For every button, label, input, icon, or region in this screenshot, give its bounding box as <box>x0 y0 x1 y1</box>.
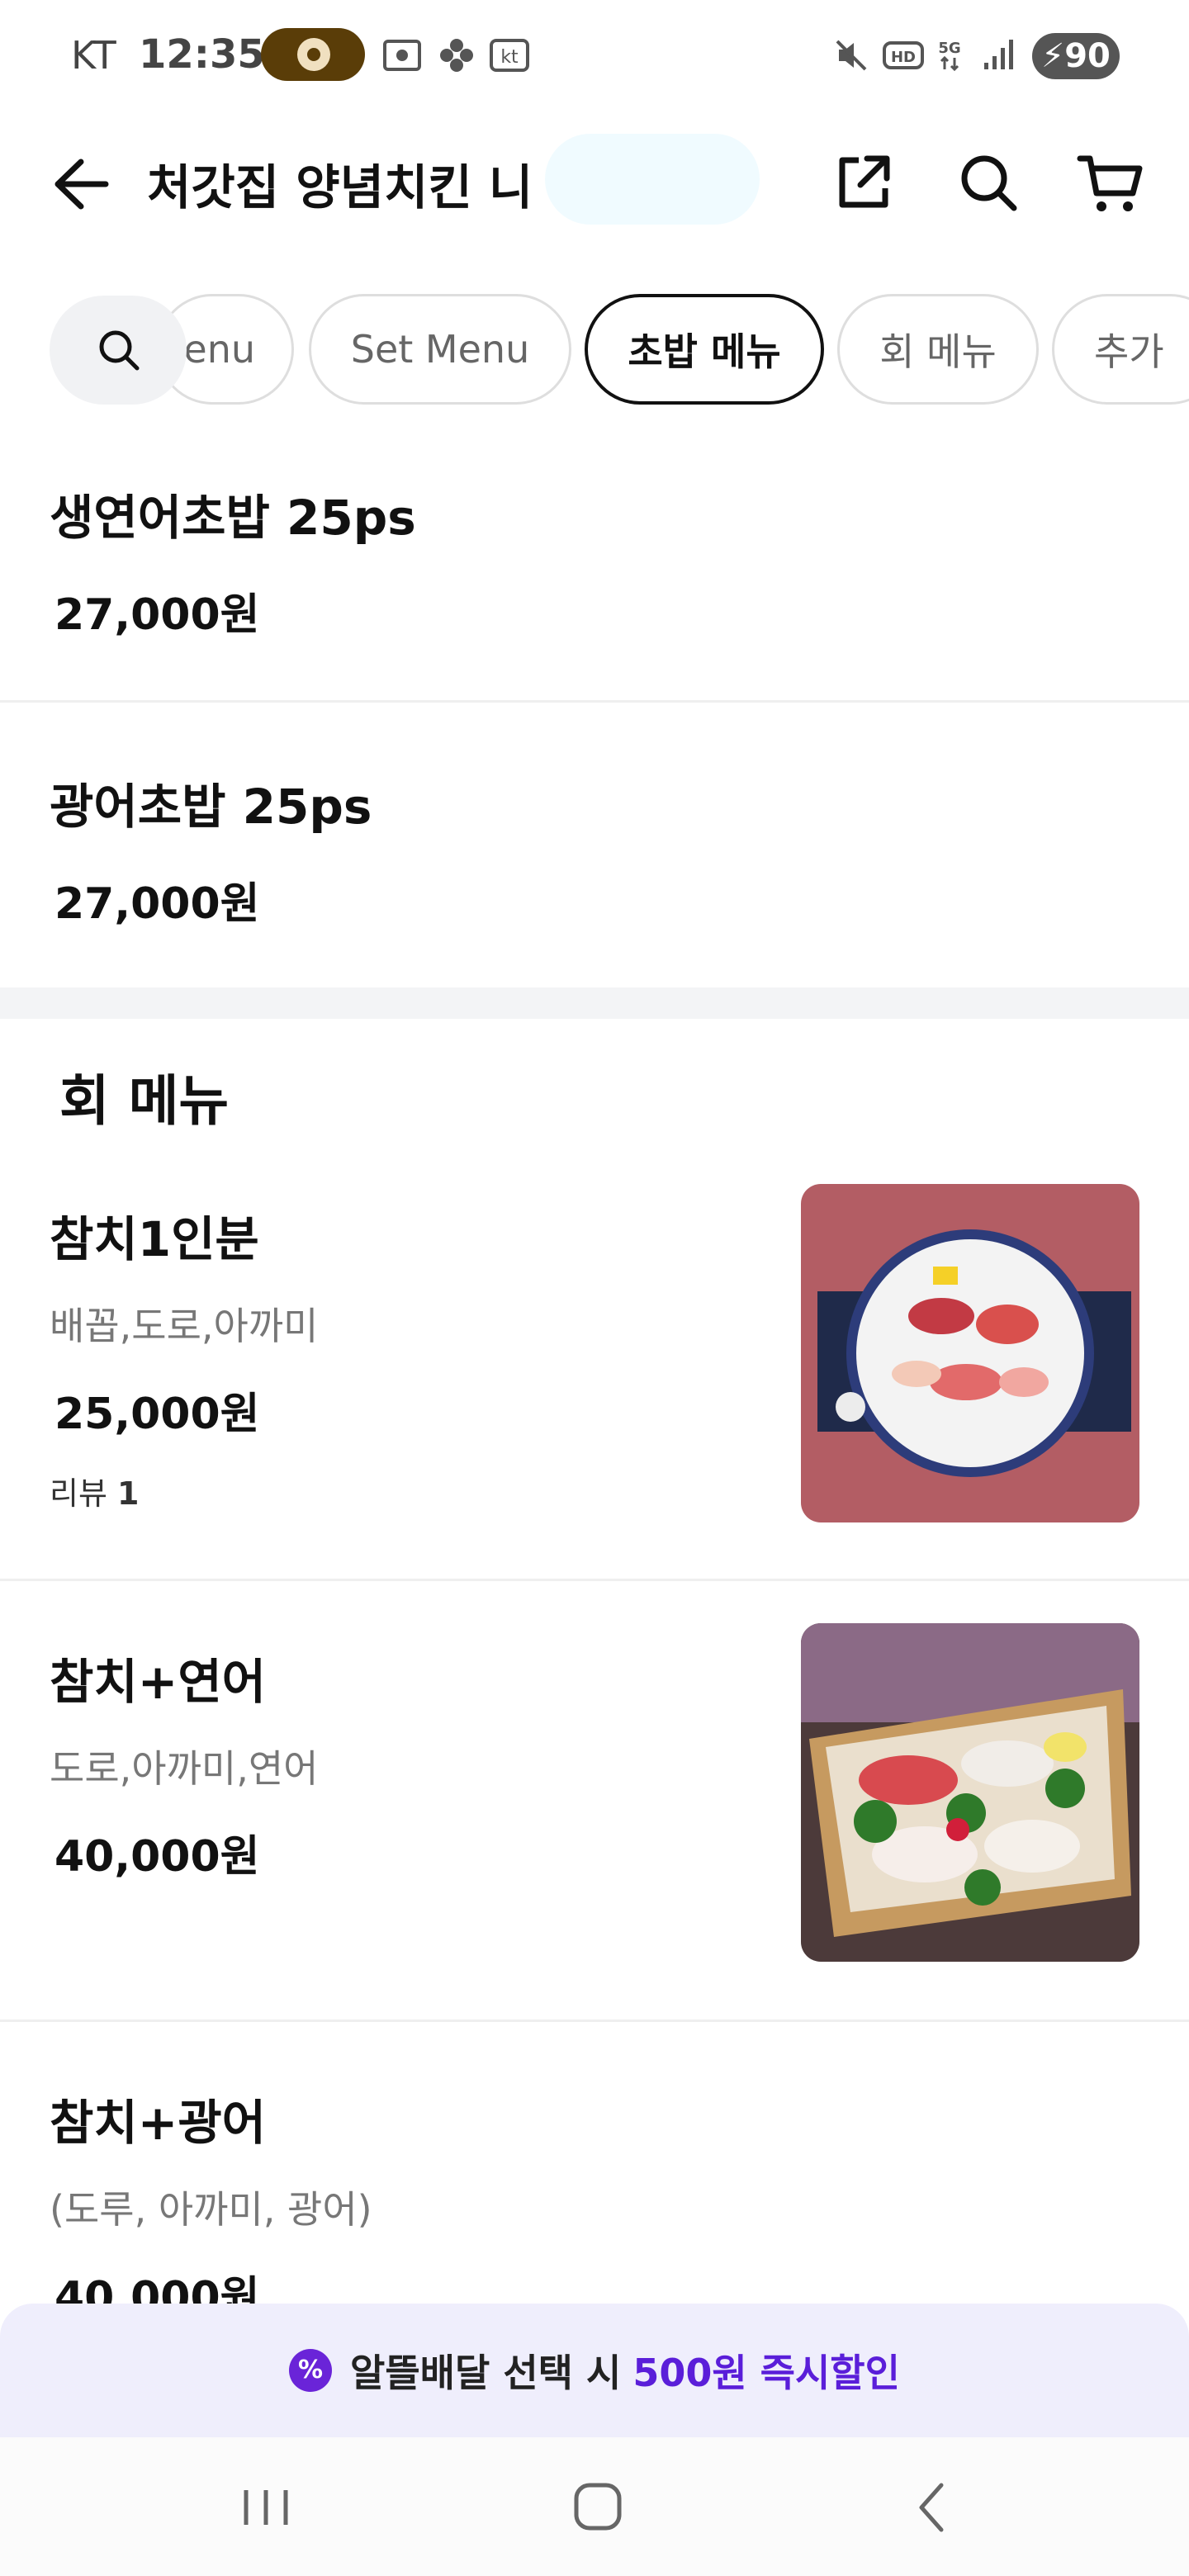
carrier-label: KT <box>71 33 116 78</box>
item-name: 참치+광어 <box>50 2095 267 2151</box>
menu-item[interactable]: 참치+연어 도로,아까미,연어 40,000원 <box>0 1623 1189 2011</box>
menu-item[interactable]: 광어초밥 25ps 27,000원 <box>0 751 1189 983</box>
menu-item[interactable]: 참치+광어 (도루, 아까미, 광어) 40,000원 <box>0 2064 1189 2304</box>
tab-sashimi-menu[interactable]: 회 메뉴 <box>837 294 1039 405</box>
menu-item[interactable]: 참치1인분 배꼽,도로,아까미 25,000원 리뷰 1 <box>0 1181 1189 1569</box>
item-price: 27,000원 <box>54 590 260 640</box>
divider <box>0 1579 1189 1581</box>
back-icon[interactable] <box>892 2470 974 2545</box>
item-image[interactable] <box>801 1184 1139 1522</box>
recent-apps-icon[interactable] <box>225 2470 307 2545</box>
section-divider <box>0 987 1189 1019</box>
mute-icon <box>836 40 867 71</box>
tab-sushi-menu[interactable]: 초밥 메뉴 <box>585 294 824 405</box>
status-bar: KT 12:35 kt HD 5G ⚡90 <box>0 0 1189 112</box>
promo-text: 알뜰배달 선택 시 <box>350 2351 622 2395</box>
5g-icon: 5G <box>938 40 961 72</box>
signal-icon <box>984 40 1013 69</box>
item-description: (도루, 아까미, 광어) <box>50 2187 372 2232</box>
svg-text:HD: HD <box>891 49 916 66</box>
redaction-mask <box>545 134 760 225</box>
tab-label: enu <box>183 327 255 372</box>
store-header: 처갓집 양념치킨 니점 <box>0 124 1189 239</box>
item-name: 광어초밥 25ps <box>50 779 372 835</box>
item-description: 배꼽,도로,아까미 <box>50 1304 319 1348</box>
battery-level: 90 <box>1064 37 1111 75</box>
home-icon[interactable] <box>557 2470 639 2545</box>
tab-set-menu[interactable]: Set Menu <box>309 294 571 405</box>
promo-highlight: 500원 즉시할인 <box>632 2351 900 2395</box>
cart-icon[interactable] <box>1073 145 1148 220</box>
search-icon <box>99 330 140 371</box>
promo-banner[interactable]: 알뜰배달 선택 시 500원 즉시할인 <box>0 2304 1189 2437</box>
section-title: 회 메뉴 <box>59 1069 230 1133</box>
tab-label: 추가 <box>1094 329 1164 374</box>
item-description: 도로,아까미,연어 <box>50 1746 319 1791</box>
svg-text:5G: 5G <box>938 40 960 57</box>
item-name: 생연어초밥 25ps <box>50 490 416 546</box>
svg-text:kt: kt <box>500 47 519 68</box>
review-label: 리뷰 <box>50 1475 107 1512</box>
tab-label: 초밥 메뉴 <box>628 329 781 374</box>
system-nav-bar <box>0 2437 1189 2576</box>
item-image[interactable] <box>801 1623 1139 1962</box>
divider <box>0 2020 1189 2022</box>
item-name: 참치+연어 <box>50 1654 267 1710</box>
review-number: 1 <box>117 1475 140 1512</box>
back-arrow-icon[interactable] <box>43 147 117 221</box>
review-count[interactable]: 리뷰 1 <box>50 1468 139 1513</box>
category-tabs: enu Set Menu 초밥 메뉴 회 메뉴 추가 <box>0 294 1189 410</box>
screenshot-icon <box>383 40 421 71</box>
battery-icon: ⚡90 <box>1032 33 1120 79</box>
recording-pill-icon <box>261 28 365 81</box>
item-price: 40,000원 <box>54 1832 260 1882</box>
tab-label: Set Menu <box>350 327 530 372</box>
search-icon[interactable] <box>951 145 1026 220</box>
hd-icon: HD <box>883 41 924 69</box>
flower-icon <box>440 39 473 72</box>
menu-item[interactable]: 생연어초밥 25ps 27,000원 <box>0 462 1189 702</box>
tab-extra[interactable]: 추가 <box>1052 294 1189 405</box>
share-icon[interactable] <box>826 145 900 220</box>
status-time: 12:35 <box>139 31 265 78</box>
item-price: 27,000원 <box>54 879 260 929</box>
item-price: 25,000원 <box>54 1390 260 1439</box>
item-name: 참치1인분 <box>50 1211 259 1267</box>
tab-label: 회 메뉴 <box>879 329 997 374</box>
kt-icon: kt <box>490 39 529 72</box>
item-price: 40,000원 <box>54 2273 260 2304</box>
store-name: 처갓집 양념치킨 니 <box>147 159 533 215</box>
discount-icon <box>289 2349 333 2392</box>
tab-search-button[interactable] <box>50 296 187 405</box>
divider <box>0 700 1189 703</box>
